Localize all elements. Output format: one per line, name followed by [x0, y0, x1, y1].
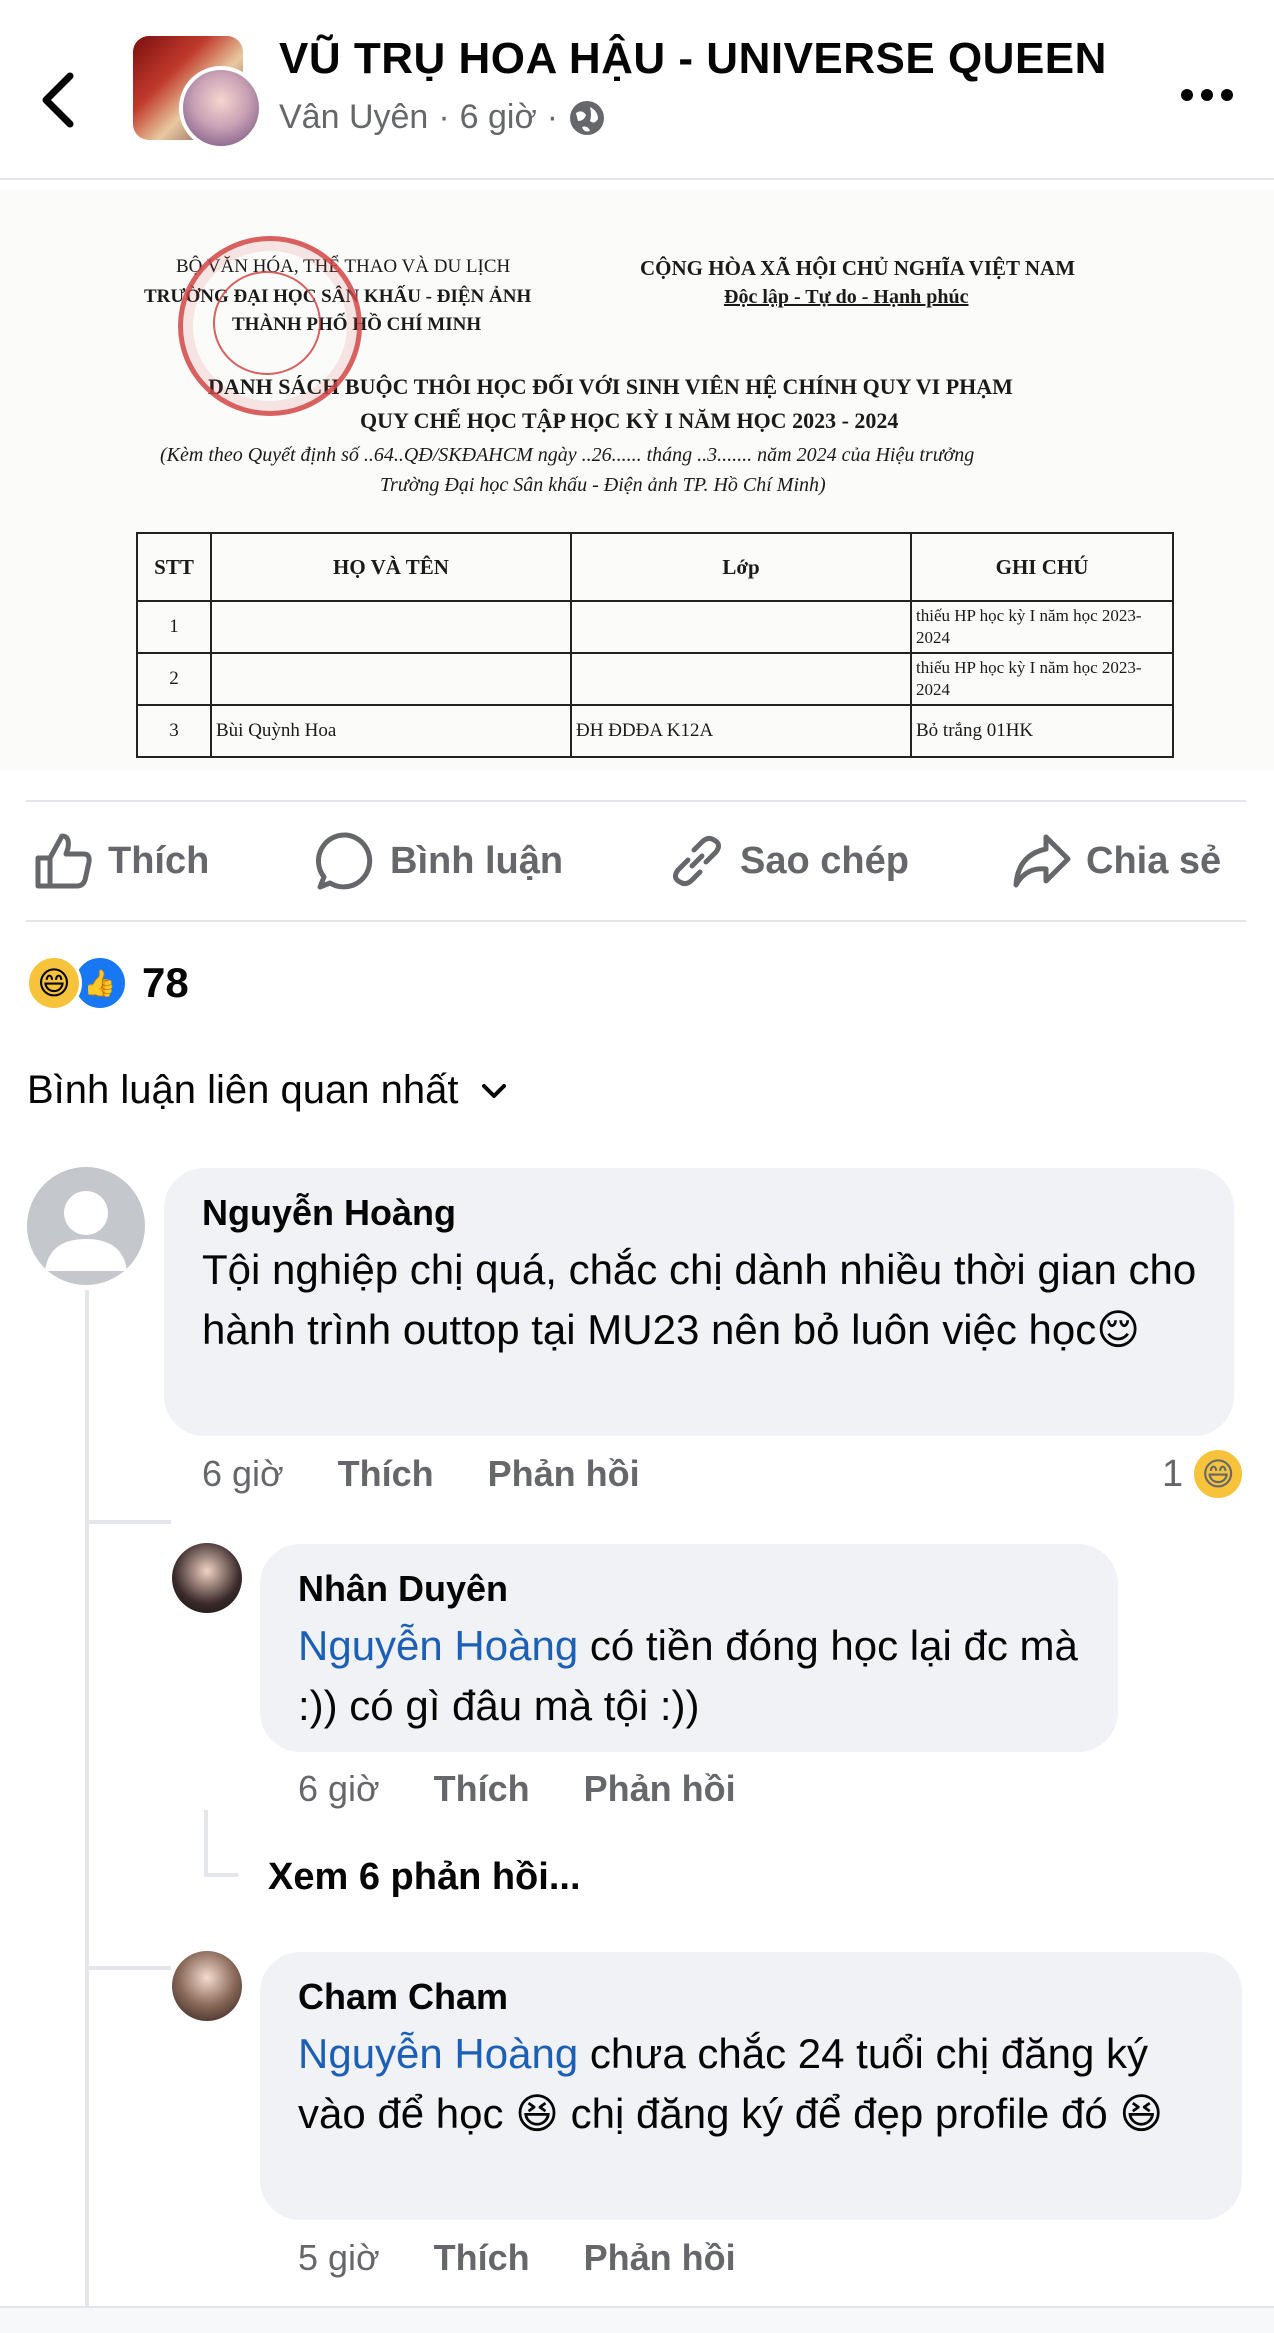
col-note: GHI CHÚ: [910, 532, 1174, 602]
comment-reply-button[interactable]: Phản hồi: [488, 1453, 640, 1495]
reply-bubble[interactable]: Cham Cham Nguyễn Hoàng chưa chắc 24 tuổi…: [260, 1952, 1242, 2220]
reply-time[interactable]: 5 giờ: [298, 2237, 380, 2279]
laughing-emoji: 😆: [1119, 2089, 1164, 2138]
thread-line: [204, 1810, 208, 1875]
commenter-avatar[interactable]: [27, 1167, 145, 1285]
more-options-icon[interactable]: [1180, 88, 1234, 102]
share-button[interactable]: Chia sẻ: [1012, 826, 1221, 896]
doc-title-2: QUY CHẾ HỌC TẬP HỌC KỲ I NĂM HỌC 2023 - …: [360, 408, 899, 433]
doc-note-2: Trường Đại học Sân khấu - Điện ảnh TP. H…: [380, 474, 826, 496]
separator-2: ·: [546, 98, 559, 136]
laughing-emoji: 😆: [515, 2089, 559, 2138]
relieved-emoji: 😌: [1096, 1305, 1141, 1354]
doc-country: CỘNG HÒA XÃ HỘI CHỦ NGHĨA VIỆT NAM: [640, 256, 1076, 280]
official-seal: [178, 236, 362, 416]
reply-text: Nguyễn Hoàng chưa chắc 24 tuổi chị đăng …: [298, 2030, 1164, 2138]
reply-time[interactable]: 6 giờ: [298, 1768, 380, 1810]
reply-author-name[interactable]: Nhân Duyên: [298, 1568, 508, 1610]
thumbs-up-icon: [35, 833, 92, 889]
default-user-icon: [45, 1191, 127, 1271]
comment-sort-dropdown[interactable]: Bình luận liên quan nhất: [27, 1068, 508, 1113]
comment-reaction[interactable]: 1 😄: [1162, 1447, 1246, 1501]
reply-meta: 6 giờ Thích Phản hồi: [298, 1768, 736, 1810]
comment-button[interactable]: Bình luận: [316, 826, 563, 896]
reply-avatar[interactable]: [172, 1951, 242, 2021]
post-time[interactable]: 6 giờ: [460, 98, 537, 137]
like-button[interactable]: Thích: [34, 826, 209, 896]
comment-label: Bình luận: [390, 839, 564, 882]
group-avatar[interactable]: [133, 36, 263, 150]
table-row: 2 thiếu HP học kỳ I năm học 2023-2024: [136, 652, 1174, 706]
reply-author-name[interactable]: Cham Cham: [298, 1976, 508, 2018]
thread-branch: [85, 1966, 171, 1970]
reply-reply-button[interactable]: Phản hồi: [584, 2237, 736, 2279]
copy-link-button[interactable]: Sao chép: [668, 826, 909, 896]
comment-like-button[interactable]: Thích: [338, 1453, 434, 1495]
reply-like-button[interactable]: Thích: [434, 2237, 530, 2279]
divider: [26, 800, 1246, 802]
group-title[interactable]: VŨ TRỤ HOA HẬU - UNIVERSE QUEEN: [279, 34, 1107, 84]
comment-text: Tội nghiệp chị quá, chắc chị dành nhiều …: [202, 1246, 1197, 1354]
share-label: Chia sẻ: [1086, 839, 1222, 882]
reaction-summary[interactable]: 😄 👍 78: [26, 955, 189, 1011]
doc-motto: Độc lập - Tự do - Hạnh phúc: [724, 286, 969, 308]
comment-bubble-icon: [316, 832, 373, 890]
post-header: VŨ TRỤ HOA HẬU - UNIVERSE QUEEN Vân Uyên…: [0, 0, 1274, 180]
commenter-name[interactable]: Nguyễn Hoàng: [202, 1192, 456, 1234]
comment-time[interactable]: 6 giờ: [202, 1453, 284, 1495]
reaction-count: 78: [142, 959, 189, 1006]
col-name: HỌ VÀ TÊN: [210, 532, 572, 602]
table-row: 3 Bùi Quỳnh Hoa ĐH ĐDĐA K12A Bỏ trắng 01…: [136, 704, 1174, 758]
sort-label: Bình luận liên quan nhất: [27, 1068, 459, 1112]
comment-reaction-count: 1: [1162, 1452, 1184, 1495]
post-subtitle: Vân Uyên · 6 giờ ·: [279, 98, 606, 137]
thread-line: [85, 1290, 89, 2331]
reply-avatar[interactable]: [172, 1543, 242, 1613]
composer-edge: [0, 2306, 1274, 2333]
mention-link[interactable]: Nguyễn Hoàng: [298, 1622, 578, 1669]
doc-note-1: (Kèm theo Quyết định số ..64..QĐ/SKĐAHCM…: [160, 444, 975, 466]
link-icon: [672, 835, 722, 887]
reply-text: Nguyễn Hoàng có tiền đóng học lại đc mà …: [298, 1622, 1078, 1729]
divider: [26, 920, 1246, 922]
author-avatar: [179, 66, 263, 150]
image-bottom-edge: [0, 770, 1274, 800]
back-arrow-icon[interactable]: [38, 70, 78, 130]
student-table: STT HỌ VÀ TÊN Lớp GHI CHÚ 1 thiếu HP học…: [136, 532, 1174, 758]
thread-branch: [204, 1873, 238, 1877]
col-stt: STT: [136, 532, 212, 602]
reply-like-button[interactable]: Thích: [434, 1768, 530, 1810]
haha-reaction-icon: 😄: [1191, 1447, 1246, 1501]
reply-bubble[interactable]: Nhân Duyên Nguyễn Hoàng có tiền đóng học…: [260, 1544, 1118, 1752]
like-label: Thích: [108, 839, 210, 882]
comment-meta: 6 giờ Thích Phản hồi: [202, 1453, 640, 1495]
table-row: 1 thiếu HP học kỳ I năm học 2023-2024: [136, 600, 1174, 654]
comment-bubble[interactable]: Nguyễn Hoàng Tội nghiệp chị quá, chắc ch…: [164, 1168, 1234, 1436]
haha-reaction-icon: 😄: [26, 955, 82, 1011]
author-name[interactable]: Vân Uyên: [279, 98, 428, 137]
copy-label: Sao chép: [740, 839, 909, 882]
col-class: Lớp: [570, 532, 912, 602]
separator: ·: [438, 98, 450, 136]
chevron-down-icon: [482, 1083, 507, 1098]
globe-icon: [570, 100, 605, 135]
reply-meta: 5 giờ Thích Phản hồi: [298, 2237, 736, 2279]
view-more-replies[interactable]: Xem 6 phản hồi...: [268, 1856, 581, 1899]
thread-branch: [85, 1520, 171, 1524]
mention-link[interactable]: Nguyễn Hoàng: [298, 2030, 578, 2077]
share-arrow-icon: [1013, 834, 1071, 888]
reply-reply-button[interactable]: Phản hồi: [584, 1768, 736, 1810]
